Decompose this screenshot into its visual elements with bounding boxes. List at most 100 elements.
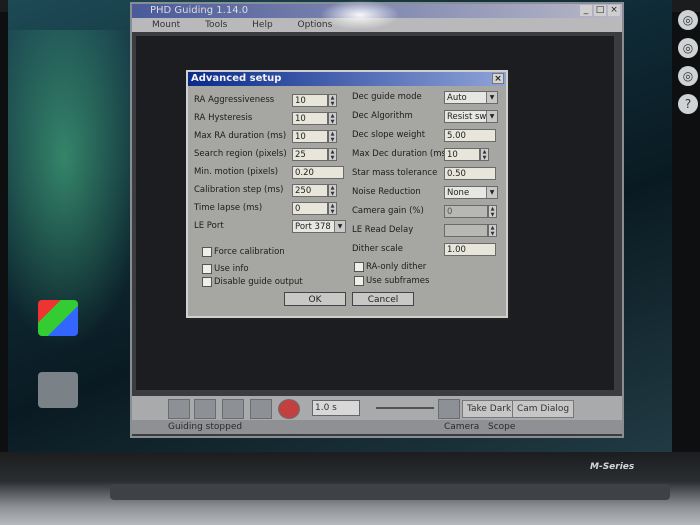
telescope-connect-icon[interactable]	[194, 399, 216, 419]
cancel-button[interactable]: Cancel	[352, 292, 414, 306]
ra-only-dither-label: RA-only dither	[366, 262, 427, 272]
dec-guide-mode-label: Dec guide mode	[352, 92, 422, 102]
dec-slope-weight-input[interactable]: 5.00	[444, 129, 496, 142]
laptop-brand-label: M-Series	[590, 462, 635, 472]
le-port-value: Port 378	[295, 222, 331, 232]
status-scope: Scope	[488, 422, 516, 432]
calibration-step-spinner[interactable]: ▲ ▼	[328, 184, 337, 197]
ra-aggressiveness-label: RA Aggressiveness	[194, 95, 275, 105]
max-ra-duration-spinner[interactable]: ▲ ▼	[328, 130, 337, 143]
search-region-label: Search region (pixels)	[194, 149, 287, 159]
ra-aggressiveness-spinner[interactable]: ▲ ▼	[328, 94, 337, 107]
exposure-value: 1.0 s	[315, 403, 337, 413]
le-read-delay-spinner[interactable]: ▲ ▼	[488, 224, 497, 237]
use-subframes-checkbox[interactable]	[354, 276, 364, 286]
calibration-step-label: Calibration step (ms)	[194, 185, 284, 195]
star-mass-tolerance-label: Star mass tolerance	[352, 168, 438, 178]
time-lapse-input[interactable]: 0	[292, 202, 328, 215]
app-title: PHD Guiding 1.14.0	[150, 5, 249, 16]
dec-guide-mode-value: Auto	[447, 93, 467, 103]
le-port-select[interactable]: Port 378 ▼	[292, 220, 346, 233]
desktop-right-icons: ◎ ◎ ◎ ?	[676, 6, 700, 122]
camera-gain-spinner[interactable]: ▲ ▼	[488, 205, 497, 218]
search-region-input[interactable]: 25	[292, 148, 328, 161]
chevron-down-icon: ▼	[486, 111, 497, 122]
dialog-titlebar[interactable]: Advanced setup ×	[188, 72, 506, 86]
use-subframes-label: Use subframes	[366, 276, 430, 286]
disable-guide-output-label: Disable guide output	[214, 277, 303, 287]
le-read-delay-input[interactable]	[444, 224, 488, 237]
help-icon[interactable]: ?	[678, 94, 698, 114]
ra-hysteresis-spinner[interactable]: ▲ ▼	[328, 112, 337, 125]
noise-reduction-value: None	[447, 188, 470, 198]
dither-scale-label: Dither scale	[352, 244, 403, 254]
max-ra-duration-input[interactable]: 10	[292, 130, 328, 143]
chevron-down-icon: ▼	[334, 221, 345, 232]
time-lapse-spinner[interactable]: ▲ ▼	[328, 202, 337, 215]
chevron-down-icon: ▼	[486, 187, 497, 198]
ra-hysteresis-input[interactable]: 10	[292, 112, 328, 125]
ra-aggressiveness-input[interactable]: 10	[292, 94, 328, 107]
laptop-hinge	[110, 484, 670, 500]
exposure-select[interactable]: 1.0 s	[312, 400, 360, 416]
noise-reduction-select[interactable]: None ▼	[444, 186, 498, 199]
close-icon[interactable]: ×	[492, 73, 504, 84]
camera-connect-icon[interactable]	[168, 399, 190, 419]
loop-icon[interactable]	[222, 399, 244, 419]
le-read-delay-label: LE Read Delay	[352, 225, 414, 235]
gamma-slider[interactable]	[376, 407, 434, 409]
time-lapse-label: Time lapse (ms)	[194, 203, 263, 213]
dec-guide-mode-select[interactable]: Auto ▼	[444, 91, 498, 104]
ok-button[interactable]: OK	[284, 292, 346, 306]
status-camera: Camera	[444, 422, 480, 432]
take-dark-button[interactable]: Take Dark	[462, 400, 517, 418]
use-info-checkbox[interactable]	[202, 264, 212, 274]
stop-icon[interactable]	[278, 399, 300, 419]
min-motion-input[interactable]: 0.20	[292, 166, 344, 179]
advanced-setup-dialog: Advanced setup × RA Aggressiveness 10 ▲ ▼…	[186, 70, 508, 318]
search-region-spinner[interactable]: ▲ ▼	[328, 148, 337, 161]
dec-algorithm-label: Dec Algorithm	[352, 111, 413, 121]
screen-glare	[320, 0, 400, 30]
dec-slope-weight-label: Dec slope weight	[352, 130, 426, 140]
guide-icon[interactable]	[250, 399, 272, 419]
dither-scale-input[interactable]: 1.00	[444, 243, 496, 256]
menu-help[interactable]: Help	[252, 20, 273, 30]
app-toolbar: 1.0 s Take Dark Cam Dialog	[132, 396, 622, 420]
dec-algorithm-select[interactable]: Resist sw ▼	[444, 110, 498, 123]
brain-icon[interactable]	[438, 399, 460, 419]
menu-mount[interactable]: Mount	[152, 20, 180, 30]
desktop-icon-tool[interactable]	[38, 372, 78, 408]
max-dec-duration-input[interactable]: 10	[444, 148, 480, 161]
max-dec-duration-spinner[interactable]: ▲ ▼	[480, 148, 489, 161]
star-mass-tolerance-input[interactable]: 0.50	[444, 167, 496, 180]
force-calibration-checkbox[interactable]	[202, 247, 212, 257]
dialog-title: Advanced setup	[191, 73, 282, 84]
status-text: Guiding stopped	[168, 422, 243, 432]
desktop-icon-app[interactable]	[38, 300, 78, 336]
wallpaper-aurora	[8, 30, 148, 350]
dec-algorithm-value: Resist sw	[447, 112, 487, 122]
calibration-step-input[interactable]: 250	[292, 184, 328, 197]
maximize-icon[interactable]: □	[594, 5, 606, 16]
ra-hysteresis-label: RA Hysteresis	[194, 113, 253, 123]
max-dec-duration-label: Max Dec duration (ms)	[352, 149, 450, 159]
camera-gain-input[interactable]: 0	[444, 205, 488, 218]
ra-only-dither-checkbox[interactable]	[354, 262, 364, 272]
use-info-label: Use info	[214, 264, 249, 274]
noise-reduction-label: Noise Reduction	[352, 187, 421, 197]
le-port-label: LE Port	[194, 221, 224, 231]
desktop-gadget-icon[interactable]: ◎	[678, 10, 698, 30]
close-icon[interactable]: ×	[608, 5, 620, 16]
force-calibration-label: Force calibration	[214, 247, 285, 257]
cam-dialog-button[interactable]: Cam Dialog	[512, 400, 575, 418]
disable-guide-output-checkbox[interactable]	[202, 277, 212, 287]
desktop-gadget-icon[interactable]: ◎	[678, 38, 698, 58]
menu-tools[interactable]: Tools	[205, 20, 227, 30]
min-motion-label: Min. motion (pixels)	[194, 167, 279, 177]
max-ra-duration-label: Max RA duration (ms)	[194, 131, 287, 141]
app-statusbar: Guiding stopped Camera Scope	[132, 420, 622, 434]
minimize-icon[interactable]: _	[580, 5, 592, 16]
camera-gain-label: Camera gain (%)	[352, 206, 424, 216]
desktop-gadget-icon[interactable]: ◎	[678, 66, 698, 86]
